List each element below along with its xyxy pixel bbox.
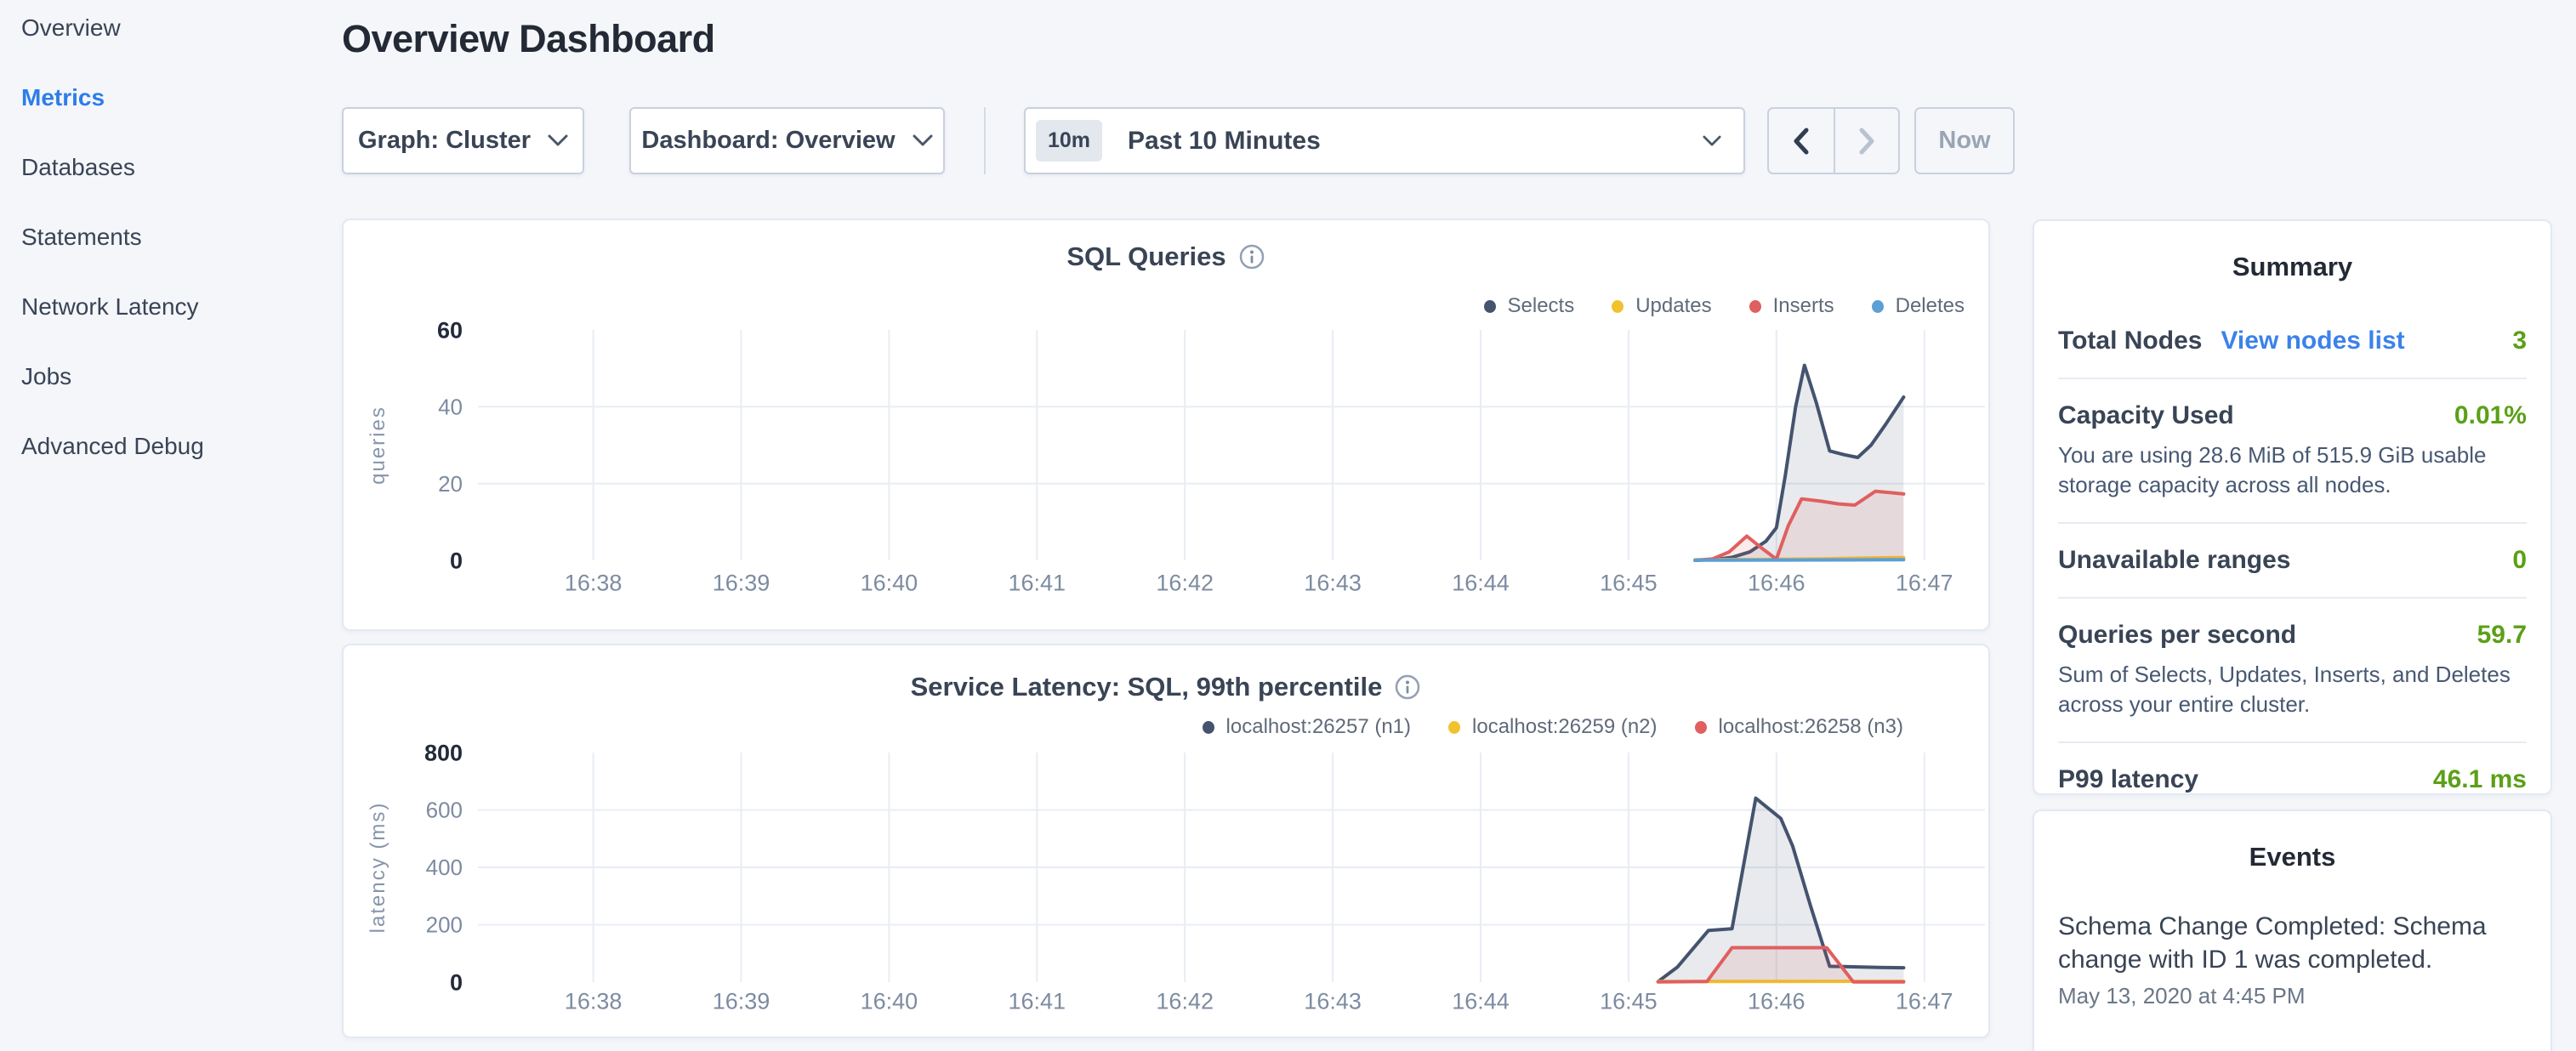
chevron-down-icon	[913, 134, 933, 147]
sql-queries-chart-card: SQL Queries Selects Updates Inserts Dele…	[342, 219, 1990, 631]
summary-label: Queries per second	[2058, 621, 2296, 650]
summary-row-p99-latency: P99 latency 46.1 ms	[2034, 765, 2550, 794]
summary-label: Capacity Used	[2058, 401, 2234, 430]
svg-text:16:45: 16:45	[1600, 570, 1658, 595]
service-latency-chart-card: Service Latency: SQL, 99th percentile lo…	[342, 644, 1990, 1038]
summary-panel: Summary Total Nodes View nodes list 3 Ca…	[2033, 219, 2552, 795]
sidebar: Overview Metrics Databases Statements Ne…	[0, 0, 323, 1051]
svg-text:60: 60	[437, 317, 463, 343]
svg-text:16:42: 16:42	[1156, 570, 1214, 595]
page-title: Overview Dashboard	[342, 17, 715, 61]
dashboard-dropdown[interactable]: Dashboard: Overview	[629, 107, 945, 174]
svg-text:16:46: 16:46	[1748, 988, 1805, 1014]
svg-text:40: 40	[438, 394, 463, 419]
summary-divider	[2058, 522, 2527, 524]
svg-text:16:47: 16:47	[1896, 570, 1953, 595]
summary-label: Total Nodes	[2058, 327, 2202, 355]
svg-text:16:39: 16:39	[713, 988, 771, 1014]
time-range-selector[interactable]: 10m Past 10 Minutes	[1024, 107, 1745, 174]
sidebar-item-network-latency[interactable]: Network Latency	[21, 293, 323, 363]
view-nodes-list-link[interactable]: View nodes list	[2221, 327, 2404, 355]
svg-text:20: 20	[438, 471, 463, 497]
svg-text:16:44: 16:44	[1452, 570, 1510, 595]
summary-value: 46.1 ms	[2433, 765, 2527, 794]
summary-row-unavailable-ranges: Unavailable ranges 0	[2034, 546, 2550, 575]
svg-text:queries: queries	[367, 406, 390, 485]
svg-text:0: 0	[450, 548, 463, 573]
svg-text:0: 0	[450, 969, 463, 995]
chevron-left-icon	[1790, 126, 1812, 156]
sidebar-item-databases[interactable]: Databases	[21, 154, 323, 224]
summary-value: 0	[2512, 546, 2527, 575]
svg-text:800: 800	[424, 740, 463, 765]
summary-title: Summary	[2034, 252, 2550, 282]
toolbar-divider	[984, 107, 986, 174]
time-range-badge: 10m	[1036, 120, 1102, 162]
chevron-right-icon	[1856, 126, 1878, 156]
summary-caption: You are using 28.6 MiB of 515.9 GiB usab…	[2058, 440, 2527, 500]
summary-row-capacity-used: Capacity Used 0.01% You are using 28.6 M…	[2034, 401, 2550, 500]
summary-label: Unavailable ranges	[2058, 546, 2290, 575]
summary-value: 59.7	[2477, 621, 2527, 650]
svg-text:16:42: 16:42	[1156, 988, 1214, 1014]
svg-text:16:40: 16:40	[861, 570, 918, 595]
svg-text:16:41: 16:41	[1009, 988, 1066, 1014]
svg-text:16:47: 16:47	[1896, 988, 1953, 1014]
event-timestamp: May 13, 2020 at 4:45 PM	[2058, 983, 2527, 1009]
svg-text:16:43: 16:43	[1304, 988, 1362, 1014]
svg-text:16:46: 16:46	[1748, 570, 1805, 595]
now-button[interactable]: Now	[1914, 107, 2015, 174]
summary-divider	[2058, 741, 2527, 743]
graph-dropdown-value: Graph: Cluster	[358, 127, 531, 155]
svg-text:16:44: 16:44	[1452, 988, 1510, 1014]
sql-queries-plot[interactable]: 0 20 40 60 16:38 16:39 16:40 16:41 16:42 16:43 16:…	[344, 220, 1988, 629]
svg-text:400: 400	[426, 855, 463, 880]
svg-text:16:39: 16:39	[713, 570, 771, 595]
summary-value: 3	[2512, 327, 2527, 355]
sidebar-item-metrics[interactable]: Metrics	[21, 84, 323, 154]
summary-value: 0.01%	[2454, 401, 2527, 430]
summary-divider	[2058, 597, 2527, 599]
svg-text:16:43: 16:43	[1304, 570, 1362, 595]
svg-text:16:38: 16:38	[565, 570, 623, 595]
svg-text:200: 200	[426, 912, 463, 938]
sidebar-item-advanced-debug[interactable]: Advanced Debug	[21, 433, 323, 503]
time-pager	[1767, 107, 1900, 174]
summary-row-queries-per-second: Queries per second 59.7 Sum of Selects, …	[2034, 621, 2550, 719]
summary-row-total-nodes: Total Nodes View nodes list 3	[2034, 327, 2550, 355]
svg-text:latency (ms): latency (ms)	[367, 802, 390, 934]
time-next-button[interactable]	[1834, 109, 1898, 173]
svg-text:16:45: 16:45	[1600, 988, 1658, 1014]
summary-label: P99 latency	[2058, 765, 2198, 794]
summary-divider	[2058, 378, 2527, 379]
app-root: Overview Metrics Databases Statements Ne…	[0, 0, 2576, 1051]
graph-dropdown[interactable]: Graph: Cluster	[342, 107, 584, 174]
service-latency-plot[interactable]: 0 200 400 600 800 16:38 16:39 16:40 16:41 16:42 16…	[344, 645, 1988, 1037]
events-panel: Events Schema Change Completed: Schema c…	[2033, 810, 2552, 1051]
sidebar-item-statements[interactable]: Statements	[21, 224, 323, 293]
time-prev-button[interactable]	[1769, 109, 1834, 173]
svg-text:16:40: 16:40	[861, 988, 918, 1014]
events-title: Events	[2034, 842, 2550, 872]
event-list-item[interactable]: Schema Change Completed: Schema change w…	[2034, 910, 2550, 1009]
svg-text:600: 600	[426, 798, 463, 823]
svg-text:16:38: 16:38	[565, 988, 623, 1014]
chevron-down-icon	[548, 134, 568, 147]
sidebar-item-overview[interactable]: Overview	[21, 14, 323, 84]
event-text: Schema Change Completed: Schema change w…	[2058, 910, 2527, 976]
time-range-value: Past 10 Minutes	[1128, 127, 1703, 156]
svg-text:16:41: 16:41	[1009, 570, 1066, 595]
summary-caption: Sum of Selects, Updates, Inserts, and De…	[2058, 660, 2527, 719]
dashboard-dropdown-value: Dashboard: Overview	[641, 127, 895, 155]
sidebar-item-jobs[interactable]: Jobs	[21, 363, 323, 433]
chevron-down-icon	[1703, 135, 1721, 147]
